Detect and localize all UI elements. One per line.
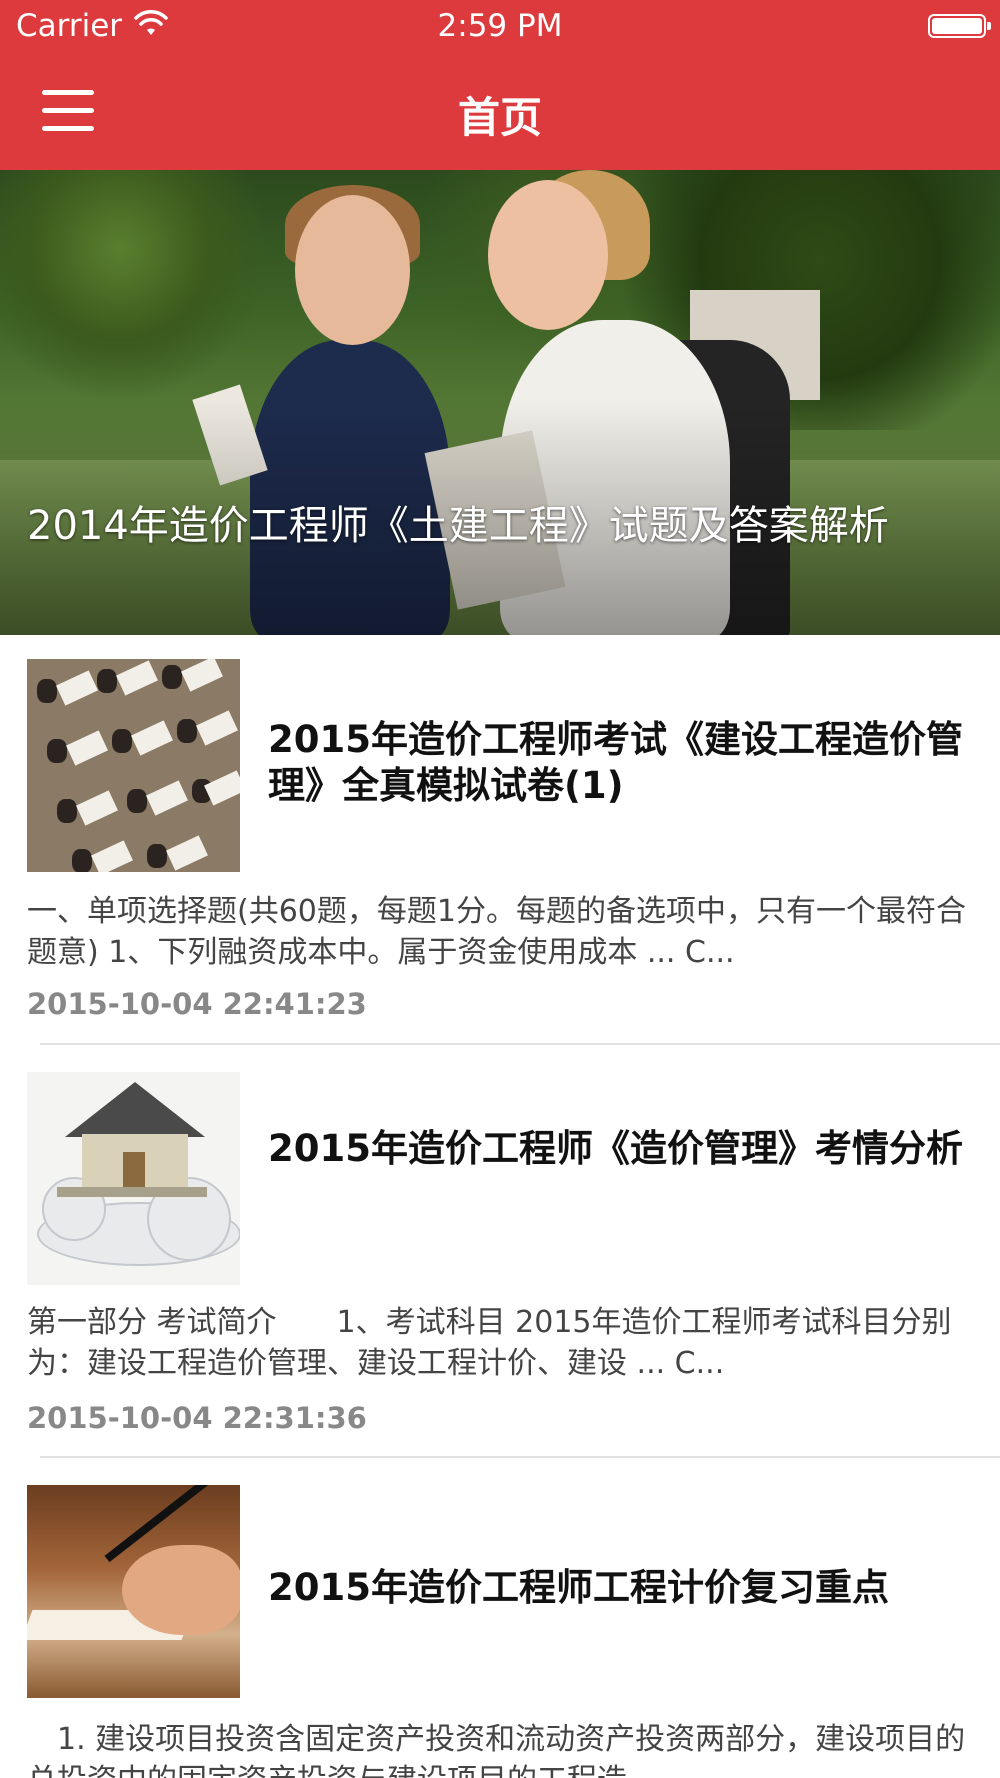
clock: 2:59 PM	[437, 8, 563, 44]
article-title: 2015年造价工程师《造价管理》考情分析	[268, 1127, 963, 1170]
article-title: 2015年造价工程师考试《建设工程造价管理》全真模拟试卷(1)	[268, 718, 963, 807]
banner-title: 2014年造价工程师《土建工程》试题及答案解析	[27, 503, 889, 549]
status-bar: Carrier 2:59 PM	[0, 0, 1000, 54]
divider	[40, 1456, 1000, 1458]
navigation-bar: Carrier 2:59 PM 首页	[0, 0, 1000, 170]
article-list-item[interactable]: 2015年造价工程师工程计价复习重点 1. 建设项目投资含固定资产投资和流动资产…	[0, 1460, 1000, 1778]
article-date: 2015-10-04 22:41:23	[27, 987, 367, 1021]
article-title: 2015年造价工程师工程计价复习重点	[268, 1566, 889, 1609]
article-summary: 一、单项选择题(共60题，每题1分。每题的备选项中，只有一个最符合题意) 1、下…	[27, 894, 966, 970]
divider	[40, 1043, 1000, 1045]
article-thumbnail	[27, 1072, 240, 1285]
article-thumbnail	[27, 1485, 240, 1698]
article-list-item[interactable]: 2015年造价工程师考试《建设工程造价管理》全真模拟试卷(1) 一、单项选择题(…	[0, 635, 1000, 1045]
featured-article-banner[interactable]: 2014年造价工程师《土建工程》试题及答案解析	[0, 170, 1000, 635]
article-summary: 第一部分 考试简介 1、考试科目 2015年造价工程师考试科目分别为：建设工程造…	[27, 1305, 952, 1381]
article-date: 2015-10-04 22:31:36	[27, 1401, 367, 1435]
article-thumbnail	[27, 659, 240, 872]
battery-icon	[928, 14, 991, 38]
article-list-item[interactable]: 2015年造价工程师《造价管理》考情分析 第一部分 考试简介 1、考试科目 20…	[0, 1046, 1000, 1456]
article-summary: 1. 建设项目投资含固定资产投资和流动资产投资两部分，建设项目的总投资中的固定资…	[27, 1722, 966, 1778]
page-title: 首页	[457, 93, 542, 142]
